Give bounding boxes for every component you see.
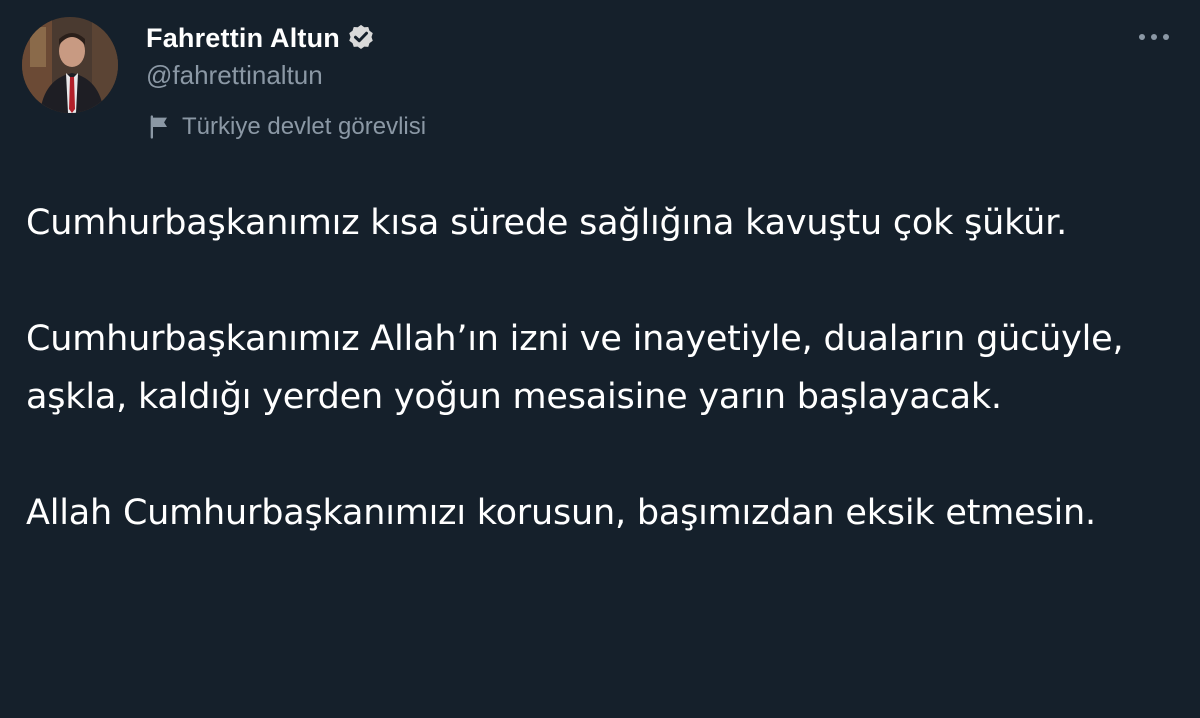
affiliation-label-row: Türkiye devlet görevlisi	[146, 111, 426, 143]
tweet-paragraph: Allah Cumhurbaşkanımızı korusun, başımız…	[26, 493, 1096, 533]
affiliation-label: Türkiye devlet görevlisi	[182, 113, 427, 140]
author-display-name[interactable]: Fahrettin Altun	[146, 23, 340, 54]
more-options-button[interactable]	[1132, 22, 1176, 52]
tweet-card: Fahrettin Altun @fahrettinaltun Türkiye …	[0, 0, 1200, 718]
tweet-text: Cumhurbaşkanımız kısa sürede sağlığına k…	[26, 194, 1176, 542]
avatar[interactable]	[22, 17, 118, 113]
author-handle[interactable]: @fahrettinaltun	[146, 60, 323, 91]
tweet-paragraph: Cumhurbaşkanımız Allah’ın izni ve inayet…	[26, 319, 1124, 417]
verified-badge-icon	[346, 23, 376, 53]
avatar-image	[22, 17, 118, 113]
tweet-paragraph: Cumhurbaşkanımız kısa sürede sağlığına k…	[26, 203, 1067, 243]
author-name-row: Fahrettin Altun	[146, 20, 376, 56]
ellipsis-icon	[1139, 34, 1169, 40]
flag-icon	[146, 113, 174, 141]
